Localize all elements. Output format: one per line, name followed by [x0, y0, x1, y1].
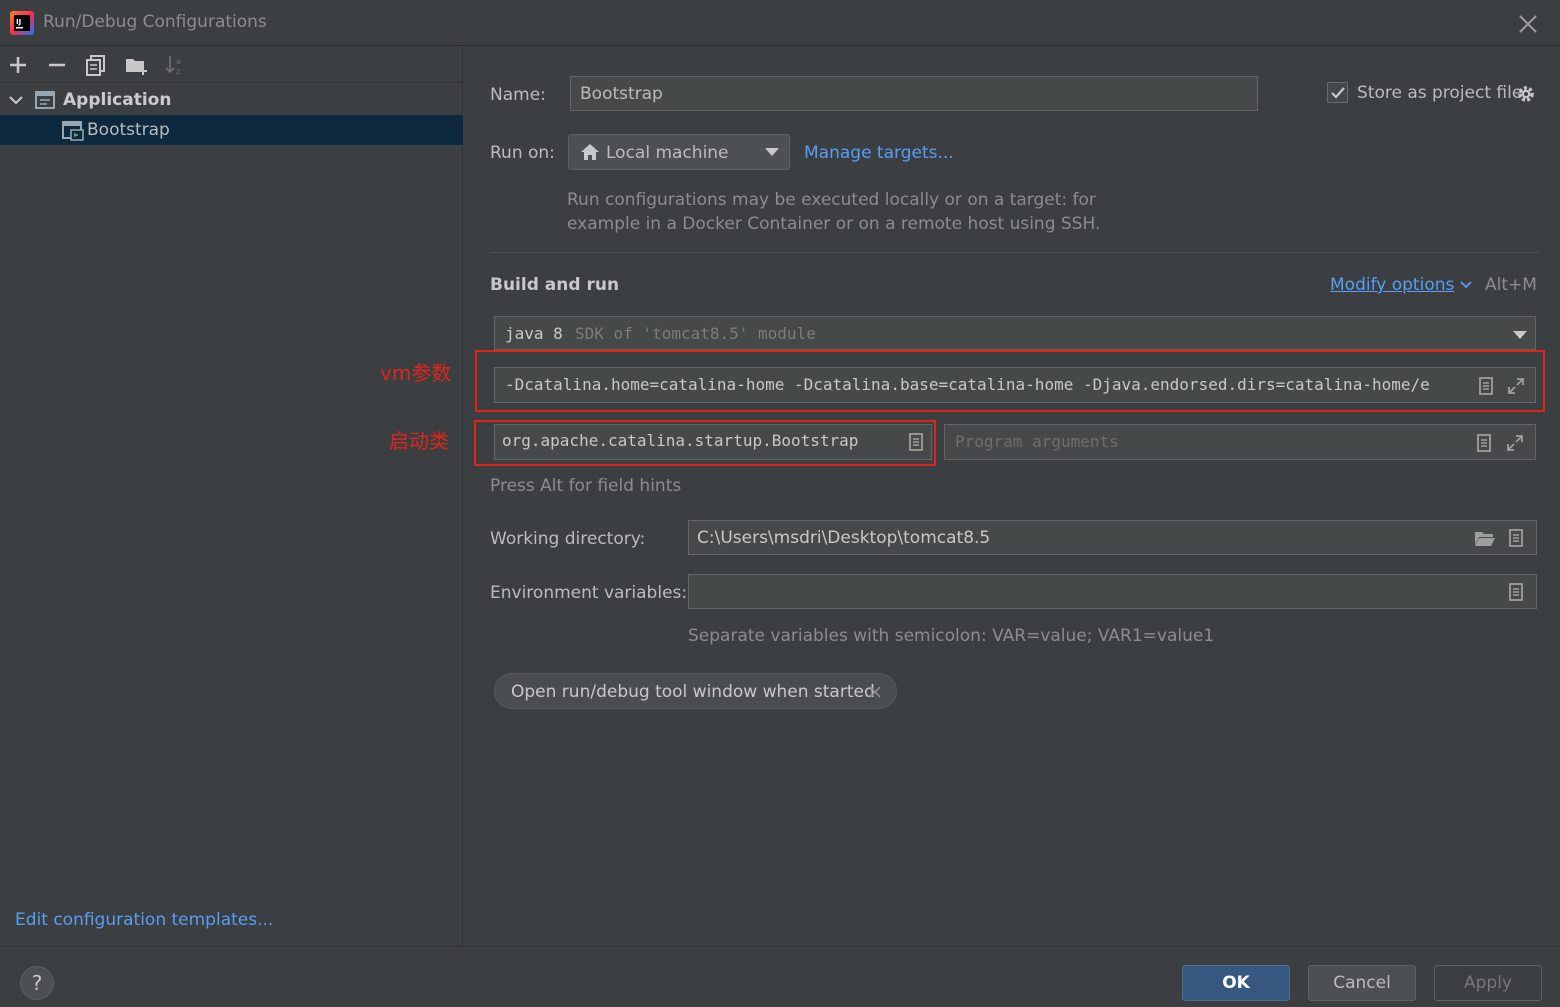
- program-arguments-field[interactable]: Program arguments: [944, 424, 1536, 460]
- dropdown-arrow-icon: [1513, 331, 1527, 339]
- svg-text:IJ: IJ: [16, 18, 21, 26]
- modify-options-link[interactable]: Modify options: [1330, 275, 1454, 295]
- runon-hint-line2: example in a Docker Container or on a re…: [567, 214, 1101, 234]
- name-value: Bootstrap: [580, 84, 663, 104]
- document-icon[interactable]: [1507, 583, 1525, 601]
- svg-text:a: a: [176, 57, 181, 66]
- section-divider: [490, 252, 1540, 253]
- runon-value: Local machine: [606, 143, 729, 163]
- manage-targets-link[interactable]: Manage targets...: [804, 143, 954, 163]
- home-icon: [581, 144, 599, 160]
- svg-text:z: z: [176, 67, 180, 76]
- vm-params-annotation: vm参数: [380, 361, 452, 385]
- name-field[interactable]: Bootstrap: [570, 76, 1258, 111]
- store-as-project-label[interactable]: Store as project file: [1357, 83, 1522, 103]
- document-icon[interactable]: [907, 433, 925, 451]
- field-hints-text: Press Alt for field hints: [490, 476, 682, 496]
- remove-icon[interactable]: [45, 53, 69, 77]
- application-icon: [35, 91, 55, 109]
- store-as-project-checkbox[interactable]: [1327, 82, 1348, 103]
- expand-icon[interactable]: [1507, 377, 1525, 395]
- runon-hint-line1: Run configurations may be executed local…: [567, 190, 1096, 210]
- intellij-logo-icon: IJ: [10, 11, 34, 35]
- cancel-button[interactable]: Cancel: [1308, 965, 1416, 1001]
- env-field[interactable]: [688, 574, 1537, 609]
- tree-group-application[interactable]: Application: [0, 85, 463, 115]
- tree-group-label: Application: [63, 90, 172, 110]
- close-icon[interactable]: [1516, 12, 1540, 36]
- tree-item-bootstrap[interactable]: Bootstrap: [0, 115, 463, 145]
- program-arguments-placeholder: Program arguments: [955, 432, 1119, 451]
- sdk-module-text: SDK of 'tomcat8.5' module: [575, 324, 816, 343]
- run-config-icon: [62, 121, 84, 141]
- document-icon[interactable]: [1477, 377, 1495, 395]
- document-icon[interactable]: [1475, 434, 1493, 452]
- sort-icon[interactable]: az: [163, 53, 187, 77]
- main-class-field[interactable]: org.apache.catalina.startup.Bootstrap: [494, 424, 932, 460]
- help-button[interactable]: ?: [20, 966, 54, 1000]
- name-label: Name:: [490, 85, 546, 105]
- runon-label: Run on:: [490, 143, 555, 163]
- workdir-field[interactable]: C:\Users\msdri\Desktop\tomcat8.5: [688, 520, 1537, 555]
- open-tool-window-chip[interactable]: Open run/debug tool window when started: [494, 673, 897, 709]
- chevron-down-icon[interactable]: [8, 92, 24, 108]
- env-label: Environment variables:: [490, 583, 688, 603]
- expand-icon[interactable]: [1506, 434, 1524, 452]
- sdk-dropdown[interactable]: java 8 SDK of 'tomcat8.5' module: [494, 316, 1536, 350]
- dropdown-arrow-icon: [765, 148, 779, 156]
- tree-item-label: Bootstrap: [87, 120, 170, 140]
- runon-dropdown[interactable]: Local machine: [568, 134, 790, 170]
- checkmark-icon: [1331, 87, 1345, 99]
- modify-options-shortcut: Alt+M: [1485, 275, 1537, 295]
- main-class-annotation: 启动类: [389, 429, 449, 453]
- folder-icon[interactable]: [1474, 529, 1496, 547]
- env-hint: Separate variables with semicolon: VAR=v…: [688, 626, 1215, 646]
- add-icon[interactable]: [6, 53, 30, 77]
- build-run-title: Build and run: [490, 275, 620, 295]
- chip-label: Open run/debug tool window when started: [511, 682, 875, 702]
- ok-button[interactable]: OK: [1182, 965, 1290, 1001]
- sdk-java-version: java 8: [505, 324, 563, 343]
- document-icon[interactable]: [1507, 529, 1525, 547]
- config-toolbar: [0, 47, 463, 83]
- close-icon[interactable]: [869, 686, 881, 698]
- edit-config-templates-link[interactable]: Edit configuration templates...: [15, 910, 273, 930]
- new-folder-icon[interactable]: [124, 53, 148, 77]
- chevron-down-icon[interactable]: [1460, 280, 1472, 290]
- workdir-label: Working directory:: [490, 529, 646, 549]
- gear-icon[interactable]: [1515, 83, 1537, 105]
- workdir-value: C:\Users\msdri\Desktop\tomcat8.5: [697, 528, 991, 548]
- window-title: Run/Debug Configurations: [43, 12, 267, 32]
- vm-options-field[interactable]: -Dcatalina.home=catalina-home -Dcatalina…: [494, 367, 1536, 403]
- copy-icon[interactable]: [84, 53, 108, 77]
- vm-options-value: -Dcatalina.home=catalina-home -Dcatalina…: [505, 375, 1430, 394]
- main-class-value: org.apache.catalina.startup.Bootstrap: [502, 431, 859, 450]
- apply-button[interactable]: Apply: [1434, 965, 1542, 1001]
- config-tree-panel: [0, 47, 463, 946]
